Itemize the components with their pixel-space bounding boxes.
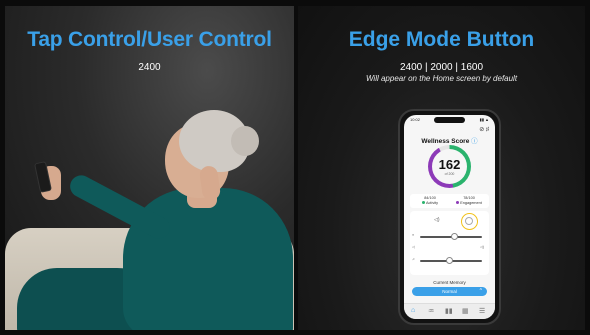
activity-metric: 84/100 Activity xyxy=(411,196,449,205)
slider-3-icon: ♫ xyxy=(412,257,415,261)
edge-mode-button[interactable] xyxy=(461,213,478,230)
sound-controls-card: ◁) ≡ ◁ ◁) ♫ xyxy=(410,211,489,275)
nav-home-icon[interactable]: ⌂ xyxy=(411,307,415,314)
volume-icon[interactable]: ◁) xyxy=(434,217,440,223)
wellness-score-ring: 162 of 200 xyxy=(428,145,471,188)
wellness-score-label: Wellness Score xyxy=(421,138,470,145)
score-metrics: 84/100 Activity 78/100 Engagement xyxy=(410,194,489,208)
nav-stats-icon[interactable]: ▮▮ xyxy=(445,307,453,315)
edge-mode-icon xyxy=(465,217,473,225)
top-icons[interactable]: ⊘ ♯ xyxy=(479,126,489,133)
slider-1-icon: ≡ xyxy=(412,233,415,237)
woman-hair-bun xyxy=(231,126,259,156)
engagement-metric: 78/100 Engagement xyxy=(450,196,488,205)
edge-mode-models: 2400 | 2000 | 1600 xyxy=(399,62,484,73)
slider-2-left-icon: ◁ xyxy=(412,245,415,249)
activity-label: Activity xyxy=(425,200,439,205)
engagement-dot xyxy=(456,201,460,204)
edge-mode-panel: Edge Mode Button 2400 | 2000 | 1600 Will… xyxy=(298,6,585,330)
slider-2-right-icon: ◁) xyxy=(480,245,484,249)
current-memory-label: Current Memory xyxy=(433,280,466,285)
slider-3-knob[interactable] xyxy=(446,257,453,264)
wellness-score-title: Wellness Score ⓘ xyxy=(404,135,495,145)
tap-control-title: Tap Control/User Control xyxy=(27,28,272,51)
info-icon[interactable]: ⓘ xyxy=(471,138,478,145)
activity-dot xyxy=(421,201,425,204)
nav-menu-icon[interactable]: ☰ xyxy=(479,307,485,315)
tap-control-panel: Tap Control/User Control 2400 xyxy=(5,6,294,330)
ring-inner: 162 of 200 xyxy=(432,149,467,184)
tap-control-models: 2400 xyxy=(138,62,161,73)
slide: Tap Control/User Control 2400 Edge Mode … xyxy=(0,0,590,335)
phone-notch xyxy=(434,117,465,123)
edge-mode-note: Will appear on the Home screen by defaul… xyxy=(365,74,518,83)
wellness-score-max: of 200 xyxy=(444,172,455,176)
bottom-nav: ⌂ ♒ ▮▮ ▦ ☰ xyxy=(404,303,495,319)
phone-screen: 10:02 ▮▮ ▲ ⊘ ♯ Wellness Score ⓘ 162 of 2… xyxy=(404,115,495,319)
memory-selector[interactable]: Normal ^ xyxy=(412,287,487,296)
status-time: 10:02 xyxy=(410,117,421,122)
engagement-label: Engagement xyxy=(460,200,482,205)
nav-activity-icon[interactable]: ♒ xyxy=(428,307,434,315)
wellness-score-value: 162 xyxy=(438,157,461,172)
phone-mockup: 10:02 ▮▮ ▲ ⊘ ♯ Wellness Score ⓘ 162 of 2… xyxy=(398,109,501,325)
slider-1-knob[interactable] xyxy=(451,233,458,240)
chevron-up-icon: ^ xyxy=(479,288,482,294)
memory-value: Normal xyxy=(442,288,457,294)
edge-mode-title: Edge Mode Button xyxy=(348,28,535,51)
nav-device-icon[interactable]: ▦ xyxy=(462,307,469,315)
status-indicators: ▮▮ ▲ xyxy=(479,117,489,122)
